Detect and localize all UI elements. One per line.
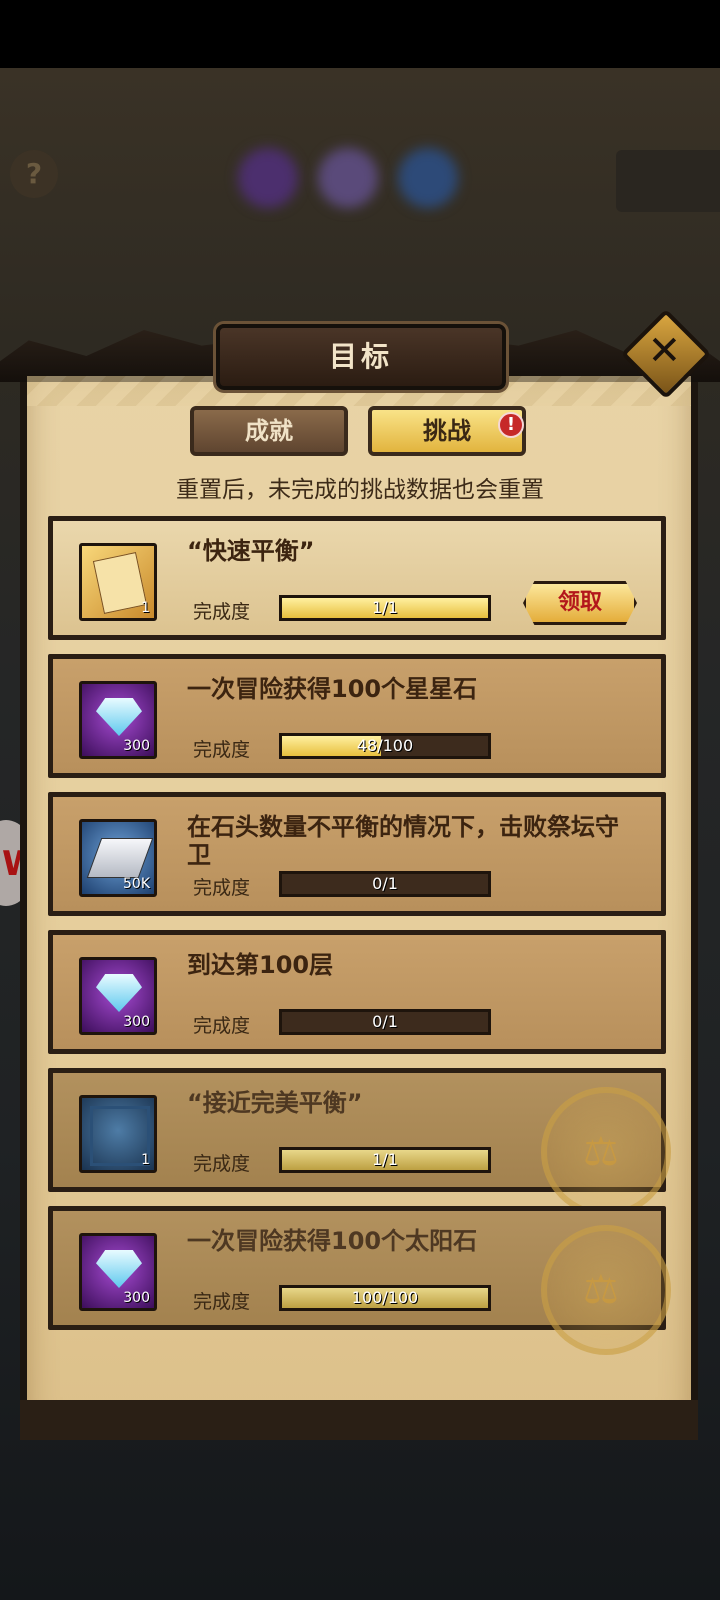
challenge-card: ⚖ 300 一次冒险获得100个太阳石 完成度 100/100 [48, 1206, 671, 1355]
reward-item[interactable]: 1 [79, 543, 157, 621]
progress-text: 100/100 [351, 1288, 419, 1307]
progress-label: 完成度 [193, 1291, 251, 1313]
tab-label: 挑战 [423, 417, 471, 445]
progress-label: 完成度 [193, 601, 251, 623]
reward-item[interactable]: 300 [79, 1233, 157, 1311]
tab-achievements[interactable]: 成就 [190, 406, 348, 456]
challenge-card: 50K 在石头数量不平衡的情况下，击败祭坛守卫完成度 0/1 [48, 792, 666, 916]
reward-item[interactable]: 1 [79, 1095, 157, 1173]
progress-text: 0/1 [372, 1012, 398, 1031]
progress-text: 0/1 [372, 874, 398, 893]
help-button-blurred: ? [10, 150, 58, 198]
challenge-title: 一次冒险获得100个星星石 [187, 675, 478, 703]
status-bar [0, 0, 720, 68]
reward-item[interactable]: 300 [79, 957, 157, 1035]
challenge-title: 一次冒险获得100个太阳石 [187, 1227, 478, 1255]
alert-badge-icon: ! [498, 412, 524, 438]
progress-text: 48/100 [356, 736, 414, 755]
reward-count: 300 [123, 738, 150, 754]
dialog-title-plate: 目标 [216, 324, 506, 390]
tab-label: 成就 [245, 417, 293, 445]
reward-count: 300 [123, 1290, 150, 1306]
challenge-title: 到达第100层 [187, 951, 334, 979]
gem-icon [96, 1250, 142, 1288]
progress-label: 完成度 [193, 1015, 251, 1037]
progress-text: 1/1 [372, 598, 398, 617]
gem-icon [96, 698, 142, 736]
challenge-card: 300 到达第100层完成度 0/1 [48, 930, 666, 1054]
close-icon: ✕ [647, 328, 682, 375]
challenge-title: 在石头数量不平衡的情况下，击败祭坛守卫 [187, 813, 619, 869]
panel-footer-bar [20, 1400, 698, 1440]
background-button-blurred [616, 150, 720, 212]
orb-icon [398, 148, 458, 208]
reward-count: 1 [141, 1152, 150, 1168]
progress-bar: 0/1 [279, 1009, 491, 1035]
letter-icon [92, 552, 148, 614]
challenge-title: “接近完美平衡” [187, 1089, 363, 1117]
progress-bar: 1/1 [279, 595, 491, 621]
reward-count: 50K [123, 876, 150, 892]
challenge-card: 1 “快速平衡” 完成度 1/1 领取 [48, 516, 666, 640]
reward-count: 300 [123, 1014, 150, 1030]
reward-item[interactable]: 300 [79, 681, 157, 759]
reward-count: 1 [141, 600, 150, 616]
progress-bar: 100/100 [279, 1285, 491, 1311]
challenge-title: “快速平衡” [187, 537, 315, 565]
progress-bar: 0/1 [279, 871, 491, 897]
claim-button[interactable]: 领取 [523, 581, 637, 625]
reset-notice: 重置后，未完成的挑战数据也会重置 [176, 477, 544, 503]
progress-label: 完成度 [193, 739, 251, 761]
dialog-title: 目标 [328, 340, 393, 373]
challenge-card: 300 一次冒险获得100个星星石完成度 48/100 [48, 654, 666, 778]
progress-bar: 48/100 [279, 733, 491, 759]
orb-icon [238, 148, 298, 208]
claim-label: 领取 [557, 590, 602, 615]
challenge-card: ⚖ 1 “接近完美平衡” 完成度 1/1 [48, 1068, 671, 1217]
gem-icon [96, 974, 142, 1012]
tablet-icon [86, 838, 154, 878]
progress-bar: 1/1 [279, 1147, 491, 1173]
orb-icon [318, 148, 378, 208]
progress-label: 完成度 [193, 1153, 251, 1175]
reward-item[interactable]: 50K [79, 819, 157, 897]
progress-text: 1/1 [372, 1150, 398, 1169]
progress-label: 完成度 [193, 877, 251, 899]
